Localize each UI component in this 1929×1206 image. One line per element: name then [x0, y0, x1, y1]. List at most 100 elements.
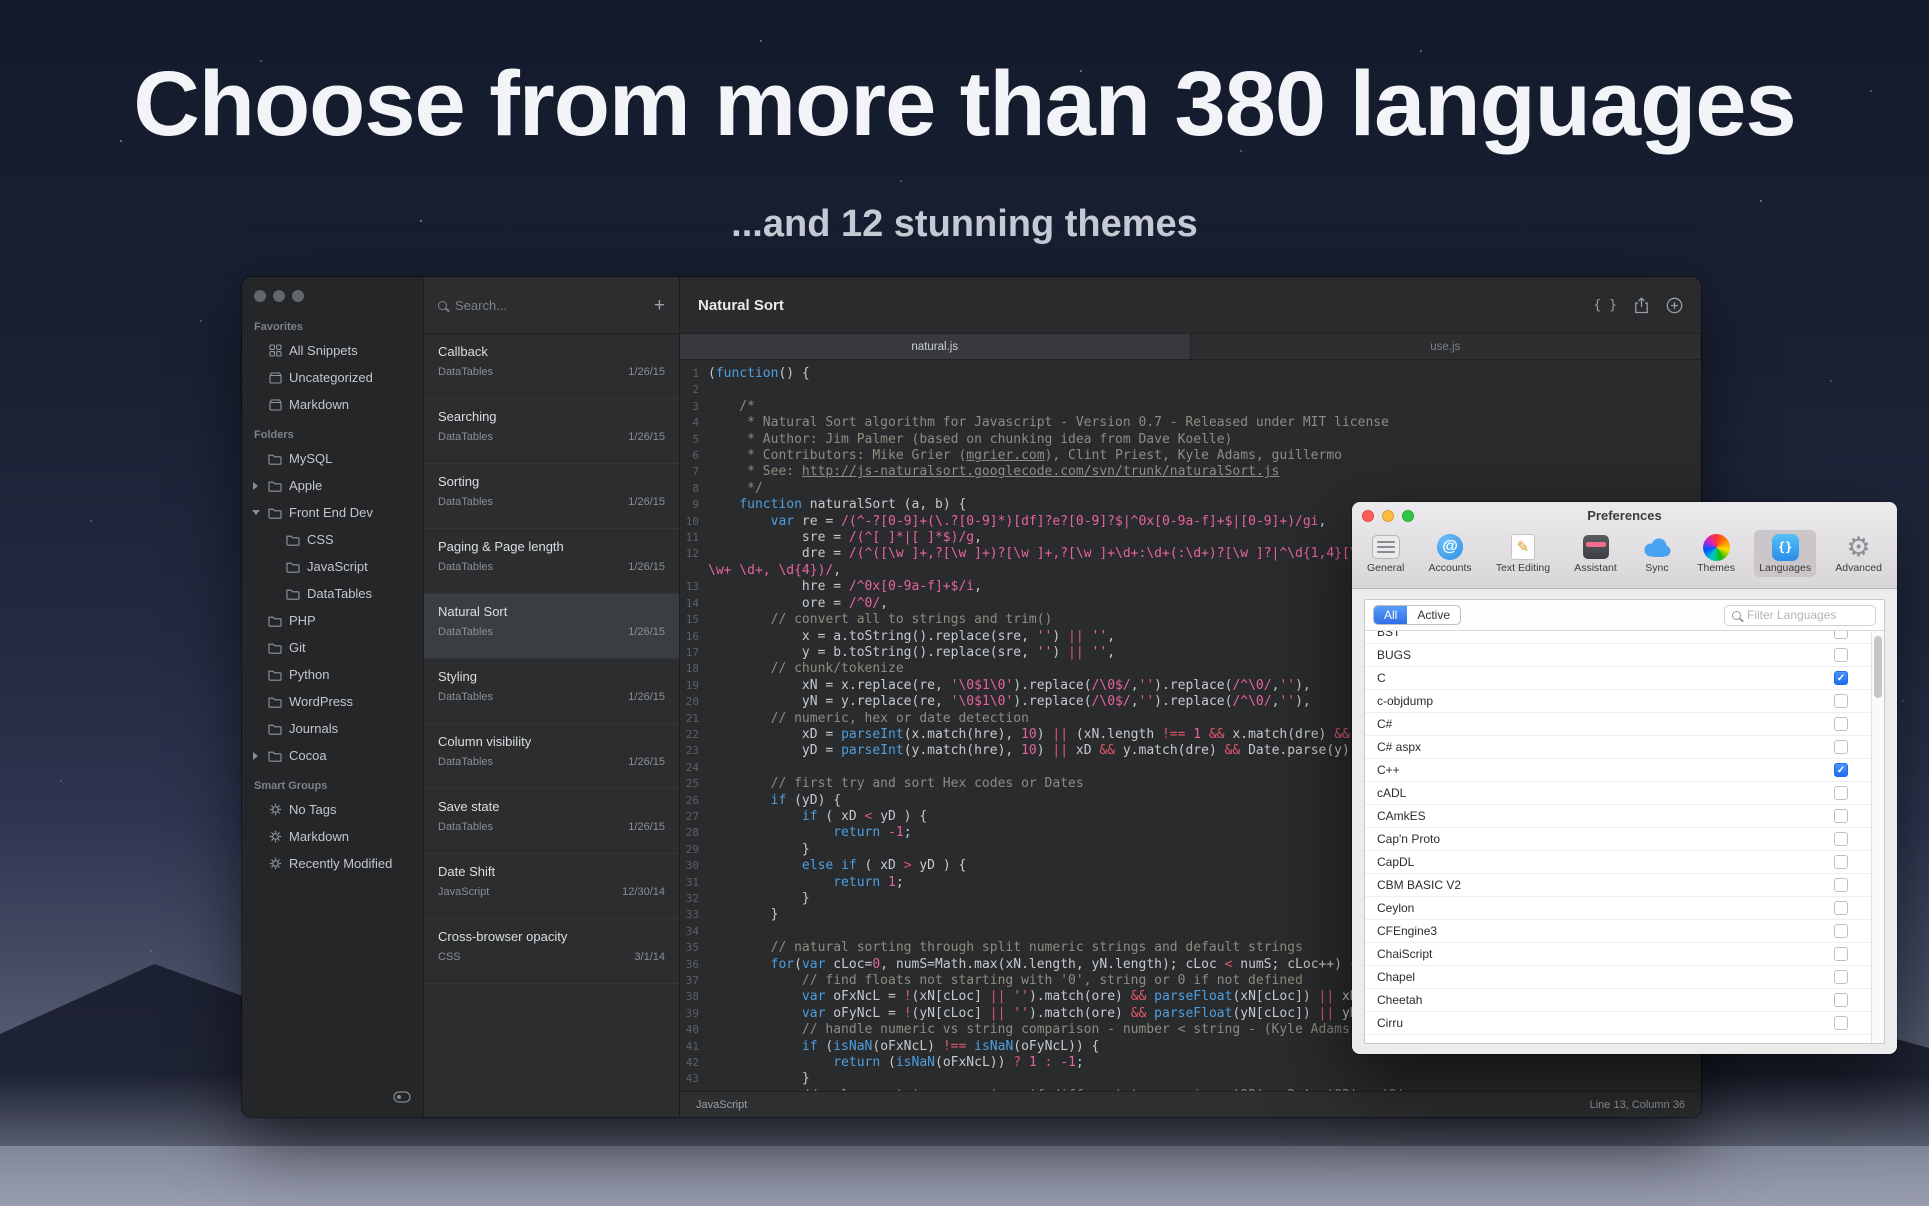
language-name: C++	[1377, 763, 1400, 777]
sidebar-item-css[interactable]: CSS	[242, 526, 423, 553]
prefs-toolbar-text-editing[interactable]: ✎Text Editing	[1491, 530, 1555, 577]
sidebar-item-journals[interactable]: Journals	[242, 715, 423, 742]
sidebar-item-recently-modified[interactable]: Recently Modified	[242, 850, 423, 877]
add-snippet-button[interactable]: +	[654, 296, 665, 315]
tab-use-js[interactable]: use.js	[1191, 334, 1702, 359]
snippet-row-date-shift[interactable]: Date ShiftJavaScript12/30/14	[424, 854, 679, 919]
language-checkbox[interactable]: ✓	[1834, 671, 1848, 685]
language-row-capdl[interactable]: CapDL	[1365, 851, 1884, 874]
add-fragment-icon[interactable]	[1666, 297, 1683, 314]
sidebar-item-front-end-dev[interactable]: Front End Dev	[242, 499, 423, 526]
sidebar-item-no-tags[interactable]: No Tags	[242, 796, 423, 823]
share-icon[interactable]	[1634, 297, 1649, 314]
snippet-row-callback[interactable]: CallbackDataTables1/26/15	[424, 334, 679, 399]
scrollbar-thumb[interactable]	[1874, 636, 1882, 698]
snippet-row-sorting[interactable]: SortingDataTables1/26/15	[424, 464, 679, 529]
language-checkbox[interactable]	[1834, 740, 1848, 754]
language-row-cfengine3[interactable]: CFEngine3	[1365, 920, 1884, 943]
sidebar-item-markdown[interactable]: Markdown	[242, 823, 423, 850]
sidebar-item-label: Python	[289, 667, 329, 682]
close-button[interactable]	[254, 290, 266, 302]
language-checkbox[interactable]	[1834, 993, 1848, 1007]
language-row-cadl[interactable]: cADL	[1365, 782, 1884, 805]
snippet-search[interactable]: Search... +	[424, 277, 679, 334]
disclosure-right-icon[interactable]	[250, 752, 261, 760]
snippet-row-natural-sort[interactable]: Natural SortDataTables1/26/15	[424, 594, 679, 659]
disclosure-down-icon[interactable]	[250, 510, 261, 515]
sidebar-item-git[interactable]: Git	[242, 634, 423, 661]
language-checkbox[interactable]	[1834, 717, 1848, 731]
prefs-toolbar-assistant[interactable]: Assistant	[1569, 530, 1622, 577]
line-number: 9	[680, 497, 708, 513]
sidebar-item-all-snippets[interactable]: All Snippets	[242, 337, 423, 364]
language-checkbox[interactable]: ✓	[1834, 763, 1848, 777]
language-row-ceylon[interactable]: Ceylon	[1365, 897, 1884, 920]
zoom-button[interactable]	[292, 290, 304, 302]
status-language[interactable]: JavaScript	[696, 1099, 747, 1111]
language-row-cirru[interactable]: Cirru	[1365, 1012, 1884, 1035]
language-row-c-aspx[interactable]: C# aspx	[1365, 736, 1884, 759]
sidebar-item-python[interactable]: Python	[242, 661, 423, 688]
language-checkbox[interactable]	[1834, 832, 1848, 846]
scrollbar[interactable]	[1871, 631, 1884, 1043]
language-checkbox[interactable]	[1834, 855, 1848, 869]
sidebar-item-uncategorized[interactable]: Uncategorized	[242, 364, 423, 391]
language-row-cbm-basic-v2[interactable]: CBM BASIC V2	[1365, 874, 1884, 897]
language-row-cap-n-proto[interactable]: Cap'n Proto	[1365, 828, 1884, 851]
close-button[interactable]	[1362, 510, 1374, 522]
language-checkbox[interactable]	[1834, 648, 1848, 662]
prefs-toolbar-themes[interactable]: Themes	[1692, 530, 1740, 577]
sidebar-item-markdown[interactable]: Markdown	[242, 391, 423, 418]
language-checkbox[interactable]	[1834, 901, 1848, 915]
prefs-toolbar-accounts[interactable]: @Accounts	[1423, 530, 1476, 577]
code-line-43: 43 }	[680, 1071, 1701, 1087]
language-search-field[interactable]: Filter Languages	[1724, 605, 1876, 626]
filter-active-segment[interactable]: Active	[1407, 606, 1460, 624]
sidebar-toggle-button[interactable]	[393, 1090, 411, 1108]
prefs-toolbar-general[interactable]: General	[1362, 530, 1409, 577]
sidebar-item-apple[interactable]: Apple	[242, 472, 423, 499]
sidebar-item-wordpress[interactable]: WordPress	[242, 688, 423, 715]
minimize-button[interactable]	[1382, 510, 1394, 522]
snippet-row-cross-browser-opacity[interactable]: Cross-browser opacityCSS3/1/14	[424, 919, 679, 984]
language-checkbox[interactable]	[1834, 1016, 1848, 1030]
language-row-c[interactable]: C✓	[1365, 667, 1884, 690]
braces-icon[interactable]: { }	[1594, 298, 1617, 313]
disclosure-right-icon[interactable]	[250, 482, 261, 490]
language-row-c[interactable]: C++ ✓	[1365, 759, 1884, 782]
prefs-toolbar-sync[interactable]: Sync	[1636, 530, 1678, 577]
filter-all-segment[interactable]: All	[1374, 606, 1407, 624]
language-row-c-objdump[interactable]: c-objdump	[1365, 690, 1884, 713]
language-checkbox[interactable]	[1834, 631, 1848, 639]
language-row-camkes[interactable]: CAmkES	[1365, 805, 1884, 828]
language-checkbox[interactable]	[1834, 878, 1848, 892]
sidebar-item-cocoa[interactable]: Cocoa	[242, 742, 423, 769]
language-checkbox[interactable]	[1834, 786, 1848, 800]
sidebar-item-php[interactable]: PHP	[242, 607, 423, 634]
language-checkbox[interactable]	[1834, 947, 1848, 961]
language-checkbox[interactable]	[1834, 694, 1848, 708]
sidebar-item-mysql[interactable]: MySQL	[242, 445, 423, 472]
language-row-chapel[interactable]: Chapel	[1365, 966, 1884, 989]
language-checkbox[interactable]	[1834, 809, 1848, 823]
snippet-row-column-visibility[interactable]: Column visibilityDataTables1/26/15	[424, 724, 679, 789]
language-row-c[interactable]: C#	[1365, 713, 1884, 736]
minimize-button[interactable]	[273, 290, 285, 302]
language-row-bst[interactable]: BST	[1365, 631, 1884, 644]
language-row-bugs[interactable]: BUGS	[1365, 644, 1884, 667]
language-checkbox[interactable]	[1834, 970, 1848, 984]
language-row-chaiscript[interactable]: ChaiScript	[1365, 943, 1884, 966]
prefs-toolbar-advanced[interactable]: ⚙Advanced	[1830, 530, 1887, 577]
snippet-row-save-state[interactable]: Save stateDataTables1/26/15	[424, 789, 679, 854]
snippet-row-styling[interactable]: StylingDataTables1/26/15	[424, 659, 679, 724]
zoom-button[interactable]	[1402, 510, 1414, 522]
sidebar-toggle-icon	[393, 1091, 411, 1103]
snippet-row-paging-page-length[interactable]: Paging & Page lengthDataTables1/26/15	[424, 529, 679, 594]
sidebar-item-datatables[interactable]: DataTables	[242, 580, 423, 607]
snippet-row-searching[interactable]: SearchingDataTables1/26/15	[424, 399, 679, 464]
language-checkbox[interactable]	[1834, 924, 1848, 938]
tab-natural-js[interactable]: natural.js	[680, 334, 1191, 359]
language-row-cheetah[interactable]: Cheetah	[1365, 989, 1884, 1012]
sidebar-item-javascript[interactable]: JavaScript	[242, 553, 423, 580]
prefs-toolbar-languages[interactable]: {}Languages	[1754, 530, 1816, 577]
